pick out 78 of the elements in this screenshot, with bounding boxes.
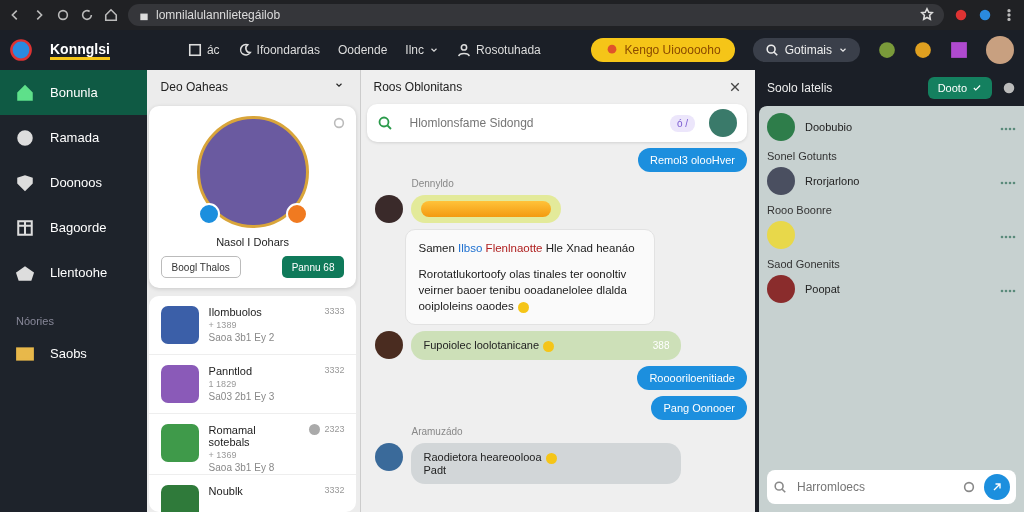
panel-title: Deo Oaheas: [160, 80, 228, 94]
game-row[interactable]: Noublk 3332: [148, 475, 357, 512]
search-bar[interactable]: Hlomlonsfame Sidongd ó /: [367, 104, 747, 142]
profile-button[interactable]: Pannu 68: [281, 256, 345, 278]
sent-message: Pang Oonooer: [651, 395, 747, 420]
more-icon[interactable]: [1000, 127, 1016, 131]
user-avatar[interactable]: [986, 36, 1014, 64]
nav-link[interactable]: ác: [187, 43, 220, 57]
avatar: [709, 109, 737, 137]
action-button[interactable]: Dooto: [927, 77, 992, 99]
contact-row[interactable]: Poopat: [767, 272, 1016, 306]
search-input[interactable]: Hlomlonsfame Sidongd: [407, 115, 656, 131]
brand-name[interactable]: Konnglsi: [50, 40, 110, 60]
message-text: Rorotatlukortoofy olas tinales ter oonoltiv veirner baoer tenibu ooadanelolee dlalda ooiploleins oaodes: [418, 267, 628, 315]
profile-button[interactable]: Boogl Thalos: [160, 256, 241, 278]
app-icon: [950, 41, 968, 59]
url-bar[interactable]: lomnilalulannlietegáilob: [128, 4, 944, 26]
shield-icon: [16, 173, 34, 192]
sidebar-item[interactable]: Bagoorde: [0, 205, 147, 250]
avatar: [375, 195, 404, 223]
chat-title: Roos Oblonitans: [373, 80, 463, 94]
sender-name: Aramuzádo: [410, 425, 464, 437]
send-icon: [991, 481, 1003, 493]
avatar: [375, 442, 404, 471]
person-icon: [457, 43, 472, 57]
sender-name: Dennyldo: [410, 178, 455, 189]
more-icon[interactable]: [1000, 289, 1016, 293]
sent-message: Rooooriloenitiade: [637, 365, 747, 390]
settings-icon: [332, 116, 347, 130]
sidebar-item[interactable]: Bonunla: [0, 70, 147, 115]
nav-link[interactable]: Rosotuhada: [457, 43, 541, 57]
envelope-icon: [16, 344, 34, 363]
sidebar-item[interactable]: Llentoohe: [0, 250, 147, 295]
search-icon: [377, 115, 394, 131]
group-heading: Sonel Gotunts: [767, 149, 838, 162]
message-input[interactable]: Harromloecs: [795, 479, 954, 495]
avatar: [375, 331, 404, 360]
section-heading: Nóories: [15, 314, 55, 329]
search-icon: [773, 480, 787, 494]
target-icon: [962, 480, 976, 494]
panel-title: Soolo Iatelis: [767, 81, 833, 95]
logo-icon: [10, 39, 32, 61]
more-icon[interactable]: [1000, 181, 1016, 185]
profile-name: Nasol I Dohars: [216, 236, 289, 248]
search-icon: [764, 43, 779, 57]
sidebar-item[interactable]: Saobs: [0, 331, 147, 376]
group-heading: Saod Gonenits: [767, 257, 841, 270]
house-icon: [16, 263, 34, 282]
message-heading: Samen Ilbso Flenlnaotte Hle Xnad heanáo: [418, 241, 636, 256]
game-row[interactable]: Panntlod 1 1829 Sa03 2b1 Ey 3 3332: [148, 355, 357, 414]
sidebar-item[interactable]: Doonoos: [0, 160, 147, 205]
promo-button[interactable]: Kengo Uioooooho: [590, 38, 735, 62]
sent-message: Remol3 olooHver: [638, 148, 747, 172]
contact-row[interactable]: Rrorjarlono: [767, 164, 1016, 198]
search-badge: ó /: [669, 114, 695, 132]
received-message: Raodietora heareoolooa Padt: [411, 442, 682, 484]
grid-icon: [187, 43, 202, 57]
contact-row[interactable]: Doobubio: [767, 110, 1016, 144]
check-icon: [972, 83, 982, 93]
nav-link[interactable]: Ilnc: [405, 43, 440, 57]
received-message: Fupoiolec loolotanicane 388: [411, 331, 682, 360]
nav-link[interactable]: Ifoondardas: [237, 43, 320, 57]
search-button[interactable]: Gotimais: [752, 38, 860, 62]
send-button[interactable]: [984, 474, 1010, 500]
game-row[interactable]: Ilombuolos + 1389 Saoa 3b1 Ey 2 3333: [148, 296, 357, 355]
more-icon[interactable]: [1000, 235, 1016, 239]
nav-link[interactable]: Oodende: [337, 43, 388, 57]
close-icon: [729, 81, 741, 93]
game-row[interactable]: Romamal sotebals + 1369 Saoa 3b1 Ey 8 2323: [148, 414, 357, 475]
sidebar-item[interactable]: Ramada: [0, 115, 147, 160]
message-bar[interactable]: Harromloecs: [767, 470, 1016, 504]
home-icon: [104, 8, 118, 22]
home-icon: [16, 83, 34, 102]
board-icon: [16, 218, 34, 237]
reload-icon: [80, 8, 94, 22]
circle-icon: [56, 8, 70, 22]
group-heading: Rooo Boonre: [767, 203, 833, 216]
star-icon: [920, 6, 934, 21]
